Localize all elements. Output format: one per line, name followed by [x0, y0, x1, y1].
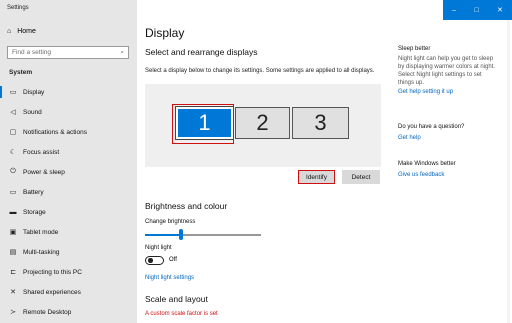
monitor-3[interactable]: 3	[292, 107, 349, 139]
sidebar-item-sound[interactable]: ◁ Sound	[0, 102, 137, 122]
night-light-state: Off	[169, 257, 177, 263]
search-input[interactable]: Find a setting ⌕	[7, 46, 129, 59]
multitask-icon: ▤	[9, 249, 17, 256]
nav-home-label: Home	[17, 28, 36, 35]
detect-button[interactable]: Detect	[342, 170, 380, 184]
battery-icon: ▭	[9, 189, 17, 196]
sidebar-item-label: Sound	[23, 108, 42, 116]
sidebar-item-storage[interactable]: ▬ Storage	[0, 202, 137, 222]
sidebar-item-multitasking[interactable]: ▤ Multi-tasking	[0, 242, 137, 262]
feedback-title: Make Windows better	[398, 161, 456, 167]
nav-home[interactable]: ⌂ Home	[7, 28, 36, 35]
sidebar-item-label: Power & sleep	[23, 168, 65, 176]
home-icon: ⌂	[7, 28, 12, 35]
minimize-button[interactable]: –	[452, 7, 456, 14]
search-placeholder: Find a setting	[12, 49, 52, 56]
sidebar-item-label: Remote Desktop	[23, 308, 72, 316]
close-button[interactable]: ✕	[497, 6, 503, 14]
sleep-better-text: Night light can help you get to sleep by…	[398, 56, 496, 86]
notification-icon: ▢	[9, 129, 17, 136]
night-light-label: Night light	[145, 245, 172, 251]
sidebar-item-label: Storage	[23, 208, 46, 216]
question-title: Do you have a question?	[398, 124, 465, 130]
scrollbar[interactable]	[507, 20, 510, 323]
app-title: Settings	[7, 5, 29, 11]
section-label: System	[9, 69, 33, 76]
sidebar-item-projecting[interactable]: ⊏ Projecting to this PC	[0, 262, 137, 282]
search-icon: ⌕	[120, 48, 124, 56]
arrange-description: Select a display below to change its set…	[145, 68, 375, 74]
sidebar-item-power[interactable]: ⏻ Power & sleep	[0, 162, 137, 182]
sidebar-item-focus-assist[interactable]: ☾ Focus assist	[0, 142, 137, 162]
page-title: Display	[145, 26, 185, 40]
window-controls: – □ ✕	[443, 0, 512, 20]
monitor-highlight	[172, 104, 234, 144]
sleep-better-title: Sleep better	[398, 46, 431, 52]
sidebar-item-display[interactable]: ▭ Display	[0, 82, 137, 102]
identify-button[interactable]: Identify	[298, 170, 335, 184]
night-light-settings-link[interactable]: Night light settings	[145, 275, 194, 281]
speaker-icon: ◁	[10, 109, 16, 116]
maximize-button[interactable]: □	[474, 7, 478, 14]
sleep-help-link[interactable]: Get help setting it up	[398, 89, 498, 95]
night-light-toggle[interactable]	[145, 256, 164, 265]
power-icon: ⏻	[10, 168, 16, 175]
sidebar-item-remote-desktop[interactable]: ≻ Remote Desktop	[0, 302, 137, 322]
sidebar-item-label: Notifications & actions	[23, 128, 87, 136]
brightness-label: Change brightness	[145, 219, 196, 225]
sidebar-item-label: Tablet mode	[23, 228, 59, 236]
sidebar-item-label: Multi-tasking	[23, 248, 60, 256]
sidebar-item-label: Display	[23, 88, 45, 96]
projector-icon: ⊏	[10, 269, 16, 276]
scale-heading: Scale and layout	[145, 294, 208, 304]
toggle-knob	[148, 258, 153, 263]
scale-warning: A custom scale factor is set	[145, 311, 218, 317]
sidebar-item-notifications[interactable]: ▢ Notifications & actions	[0, 122, 137, 142]
monitor-2[interactable]: 2	[235, 107, 290, 139]
remote-icon: ≻	[10, 309, 16, 316]
feedback-section: Make Windows better Give us feedback	[398, 161, 498, 178]
brightness-slider-fill	[145, 234, 180, 236]
moon-icon: ☾	[9, 149, 17, 156]
question-section: Do you have a question? Get help	[398, 124, 498, 141]
sleep-better-section: Sleep better Night light can help you ge…	[398, 46, 498, 95]
sidebar-item-label: Shared experiences	[23, 288, 81, 296]
sidebar-item-label: Projecting to this PC	[23, 268, 82, 276]
share-icon: ✕	[10, 289, 16, 296]
brightness-slider-thumb[interactable]	[179, 229, 183, 240]
feedback-link[interactable]: Give us feedback	[398, 172, 498, 178]
sidebar-item-label: Focus assist	[23, 148, 60, 156]
sidebar-item-tablet-mode[interactable]: ▣ Tablet mode	[0, 222, 137, 242]
get-help-link[interactable]: Get help	[398, 135, 498, 141]
arrange-heading: Select and rearrange displays	[145, 47, 258, 57]
tablet-icon: ▣	[9, 229, 17, 236]
sidebar-item-battery[interactable]: ▭ Battery	[0, 182, 137, 202]
brightness-heading: Brightness and colour	[145, 201, 228, 211]
sidebar: Settings ⌂ Home Find a setting ⌕ System …	[0, 0, 137, 323]
nav-list: ▭ Display ◁ Sound ▢ Notifications & acti…	[0, 82, 137, 322]
storage-icon: ▬	[9, 208, 17, 216]
monitor-icon: ▭	[9, 89, 17, 96]
sidebar-item-shared-experiences[interactable]: ✕ Shared experiences	[0, 282, 137, 302]
sidebar-item-label: Battery	[23, 188, 44, 196]
